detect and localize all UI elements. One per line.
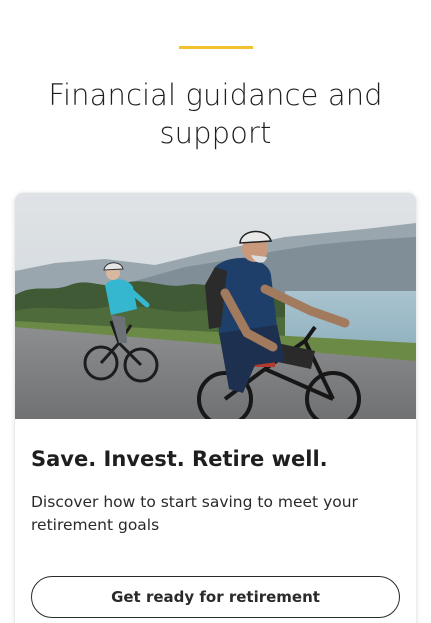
section-title: Financial guidance and support bbox=[48, 78, 383, 150]
get-ready-for-retirement-button[interactable]: Get ready for retirement bbox=[31, 576, 400, 618]
card-description: Discover how to start saving to meet you… bbox=[31, 493, 358, 534]
accent-divider bbox=[179, 46, 253, 49]
page: Financial guidance and support Save. Inv… bbox=[0, 0, 431, 623]
hero-image bbox=[15, 193, 416, 419]
card-heading: Save. Invest. Retire well. bbox=[31, 447, 328, 471]
retirement-card: Save. Invest. Retire well. Discover how … bbox=[15, 193, 416, 623]
